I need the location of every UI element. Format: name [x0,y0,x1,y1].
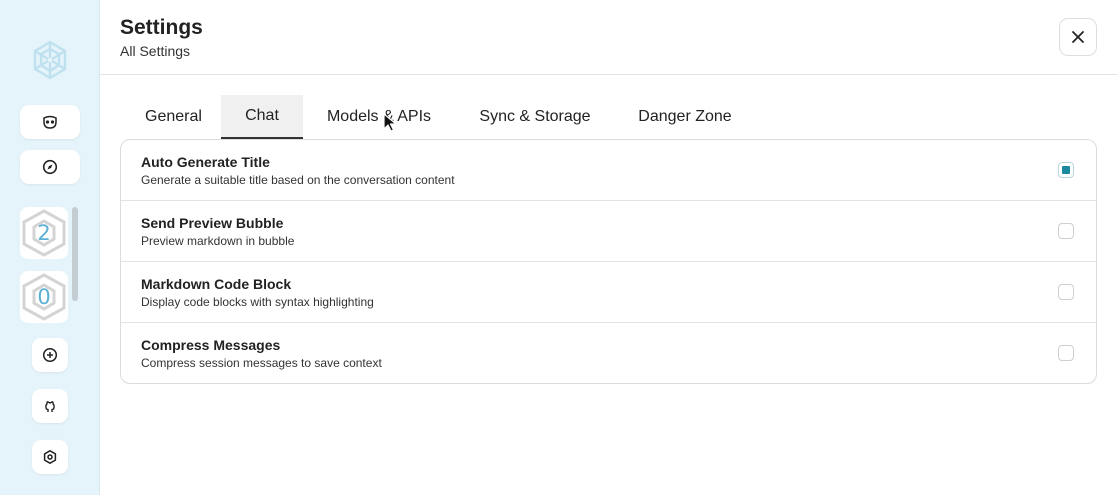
setting-row-send-preview-bubble: Send Preview Bubble Preview markdown in … [121,201,1096,262]
github-button[interactable] [32,389,68,423]
mouse-cursor-icon [383,113,397,132]
sidebar-scrollbar[interactable] [72,207,78,301]
send-preview-bubble-checkbox[interactable] [1058,223,1074,239]
new-chat-button[interactable] [32,338,68,372]
discover-button[interactable] [20,150,80,184]
settings-button[interactable] [32,440,68,474]
session-count: 0 [37,285,51,309]
mask-icon [43,115,57,129]
compass-icon [42,159,58,175]
close-button[interactable] [1059,18,1097,56]
setting-title: Compress Messages [141,337,281,353]
setting-description: Preview markdown in bubble [141,234,295,248]
tab-general[interactable]: General [125,95,221,139]
tab-models-apis[interactable]: Models & APIs [303,95,455,139]
add-icon [42,347,58,363]
session-count: 2 [37,221,51,245]
mask-button[interactable] [20,105,80,139]
page-title: Settings [120,16,203,39]
sidebar: 2 0 [0,0,100,495]
tab-danger-zone[interactable]: Danger Zone [615,95,755,139]
close-icon [1072,31,1084,43]
markdown-code-block-checkbox[interactable] [1058,284,1074,300]
setting-description: Generate a suitable title based on the c… [141,173,455,187]
compress-messages-checkbox[interactable] [1058,345,1074,361]
settings-tabs: General Chat Models & APIs Sync & Storag… [125,95,755,139]
session-item[interactable]: 2 [20,207,68,259]
setting-row-auto-generate-title: Auto Generate Title Generate a suitable … [121,140,1096,201]
session-item[interactable]: 0 [20,271,68,323]
auto-generate-title-checkbox[interactable] [1058,162,1074,178]
tab-sync-storage[interactable]: Sync & Storage [455,95,615,139]
chat-settings-list: Auto Generate Title Generate a suitable … [120,139,1097,384]
setting-row-markdown-code-block: Markdown Code Block Display code blocks … [121,262,1096,323]
openai-logo-icon [33,40,67,80]
github-icon [45,401,55,412]
page-subtitle: All Settings [120,43,191,59]
tab-chat[interactable]: Chat [221,95,303,139]
setting-description: Display code blocks with syntax highligh… [141,295,374,309]
setting-title: Auto Generate Title [141,154,270,170]
setting-title: Send Preview Bubble [141,215,284,231]
setting-row-compress-messages: Compress Messages Compress session messa… [121,323,1096,384]
settings-header: Settings All Settings [100,0,1117,75]
setting-description: Compress session messages to save contex… [141,356,382,370]
setting-title: Markdown Code Block [141,276,292,292]
settings-icon [43,450,57,464]
